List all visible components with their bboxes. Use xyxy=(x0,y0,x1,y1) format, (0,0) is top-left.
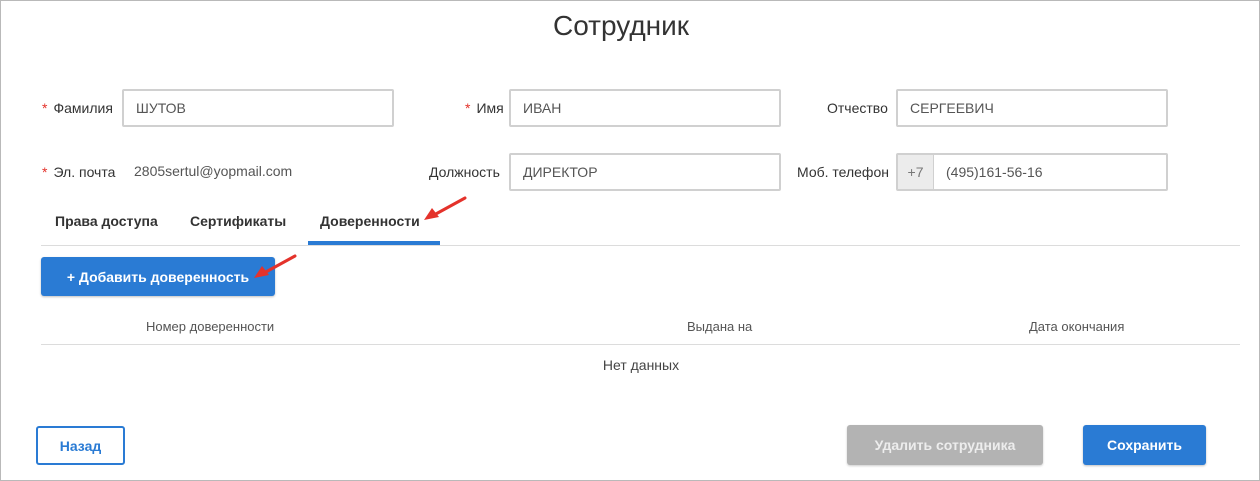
tab-certificates[interactable]: Сертификаты xyxy=(190,213,286,229)
surname-label: * Фамилия xyxy=(42,100,113,116)
save-button[interactable]: Сохранить xyxy=(1083,425,1206,465)
page-frame xyxy=(0,0,1260,481)
email-value: 2805sertul@yopmail.com xyxy=(134,163,293,179)
mobile-input[interactable]: (495)161-56-16 xyxy=(933,153,1168,191)
add-power-of-attorney-button[interactable]: + Добавить доверенность xyxy=(41,257,275,296)
column-header-issued-to: Выдана на xyxy=(687,319,753,334)
patronymic-input[interactable]: СЕРГЕЕВИЧ xyxy=(896,89,1168,127)
position-input[interactable]: ДИРЕКТОР xyxy=(509,153,781,191)
page-title: Сотрудник xyxy=(552,10,690,41)
email-label: * Эл. почта xyxy=(42,164,116,180)
required-mark: * xyxy=(42,164,48,180)
empty-table-message: Нет данных xyxy=(602,357,680,373)
name-label: * Имя xyxy=(465,100,504,116)
column-header-number: Номер доверенности xyxy=(146,319,275,334)
back-button[interactable]: Назад xyxy=(36,426,125,465)
red-arrow-icon xyxy=(254,254,297,278)
table-header-divider xyxy=(41,344,1240,345)
required-mark: * xyxy=(465,100,471,116)
delete-employee-button[interactable]: Удалить сотрудника xyxy=(847,425,1043,465)
mobile-label: Моб. телефон xyxy=(797,164,889,180)
column-header-end-date: Дата окончания xyxy=(1029,319,1125,334)
phone-prefix: +7 xyxy=(896,153,934,191)
position-label: Должность xyxy=(429,164,500,180)
patronymic-label: Отчество xyxy=(827,100,888,116)
tabs-divider xyxy=(41,245,1240,246)
tab-powers-of-attorney[interactable]: Доверенности xyxy=(320,213,420,229)
tab-access-rights[interactable]: Права доступа xyxy=(55,213,158,229)
name-input[interactable]: ИВАН xyxy=(509,89,781,127)
surname-input[interactable]: ШУТОВ xyxy=(122,89,394,127)
red-arrow-icon xyxy=(424,196,467,220)
required-mark: * xyxy=(42,100,48,116)
